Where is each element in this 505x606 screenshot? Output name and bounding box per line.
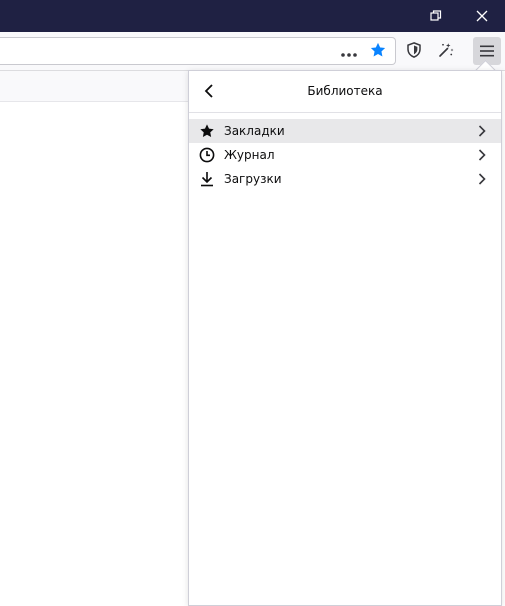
page-content (0, 102, 190, 606)
menu-item-downloads[interactable]: Загрузки (189, 167, 501, 191)
page-actions-icon (341, 42, 357, 61)
hamburger-menu-icon (480, 42, 494, 61)
menu-item-bookmarks[interactable]: Закладки (189, 119, 501, 143)
panel-header: Библиотека (189, 71, 501, 113)
close-icon (476, 7, 488, 26)
page-actions-button[interactable] (340, 44, 358, 58)
chevron-right-icon (475, 148, 489, 162)
url-bar[interactable] (0, 37, 396, 65)
customize-button[interactable] (436, 42, 456, 62)
tracking-protection-button[interactable] (404, 42, 424, 62)
close-window-button[interactable] (459, 0, 505, 32)
menu-item-label: Журнал (224, 148, 275, 162)
bookmark-star-icon (369, 41, 387, 63)
library-panel: Библиотека Закладки Журнал Загрузки (188, 70, 502, 606)
chevron-right-icon (475, 124, 489, 138)
menu-item-label: Закладки (224, 124, 285, 138)
customize-magic-wand-icon (437, 41, 455, 63)
bookmarks-toolbar (0, 71, 190, 102)
bookmark-star-button[interactable] (368, 42, 388, 62)
star-icon (199, 123, 215, 139)
menu-item-history[interactable]: Журнал (189, 143, 501, 167)
panel-title: Библиотека (307, 84, 383, 98)
navigation-toolbar (0, 32, 505, 71)
clock-icon (199, 147, 215, 163)
download-icon (199, 171, 215, 187)
tracking-protection-shield-icon (405, 41, 423, 63)
window-titlebar (0, 0, 505, 32)
menu-item-label: Загрузки (224, 172, 282, 186)
restore-button[interactable] (413, 0, 459, 32)
restore-icon (430, 7, 442, 26)
chevron-right-icon (475, 172, 489, 186)
